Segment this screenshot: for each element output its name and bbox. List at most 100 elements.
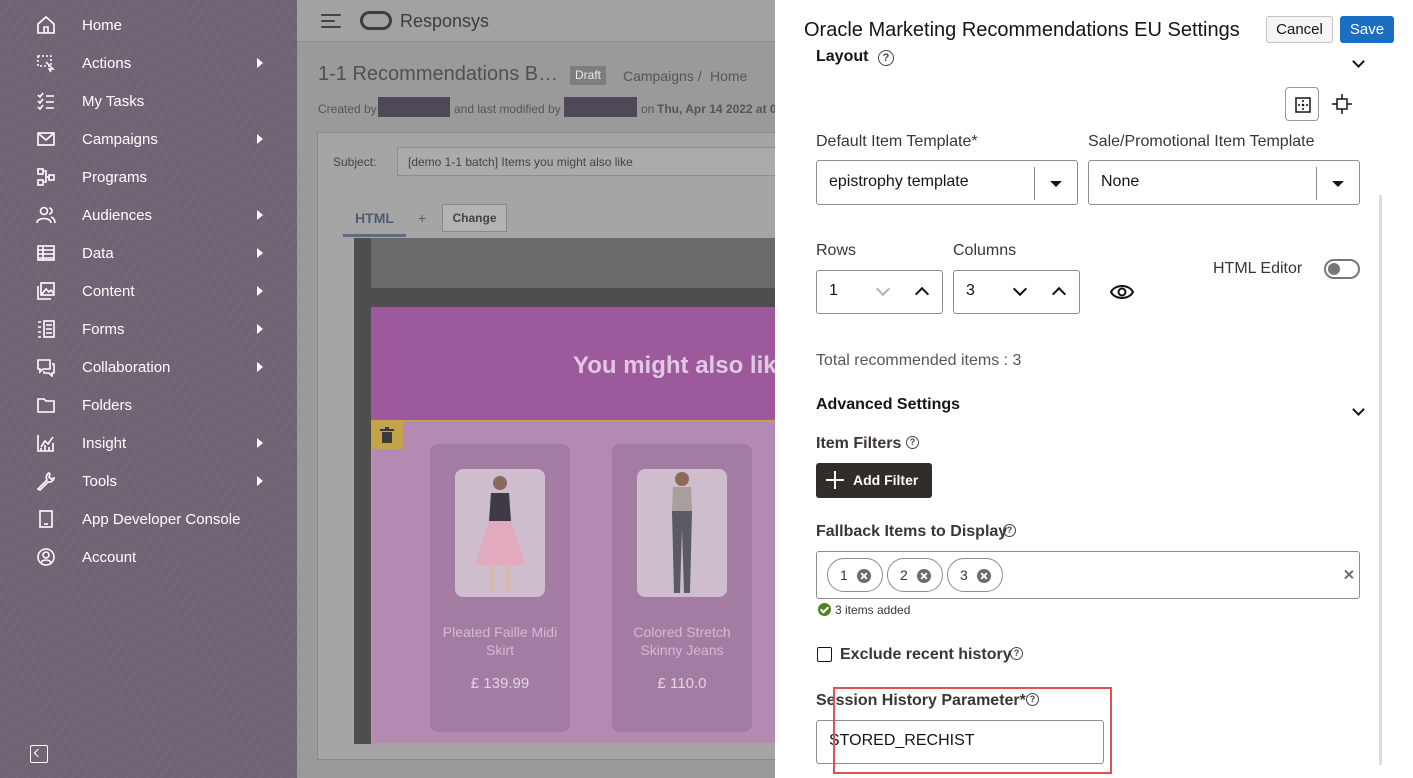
people-icon	[36, 205, 56, 225]
chevron-down-icon[interactable]	[1009, 281, 1031, 303]
product-price: £ 139.99	[470, 675, 530, 692]
select-value: None	[1101, 173, 1140, 190]
sidebar-item-label: My Tasks	[82, 93, 145, 110]
check-circle-icon	[818, 603, 831, 616]
collapse-sidebar-icon[interactable]	[30, 745, 48, 763]
fallback-chip[interactable]: 2	[887, 558, 943, 592]
add-filter-button[interactable]: Add Filter	[816, 463, 932, 498]
sidebar-item-home[interactable]: Home	[0, 6, 297, 44]
advanced-settings-title: Advanced Settings	[816, 396, 961, 413]
sidebar-item-data[interactable]: Data	[0, 234, 297, 272]
sidebar-item-my-tasks[interactable]: My Tasks	[0, 82, 297, 120]
caret-right-icon	[257, 324, 263, 334]
default-template-select[interactable]: epistrophy template	[816, 160, 1078, 205]
padding-layout-icon[interactable]	[1325, 87, 1359, 121]
scrollbar[interactable]	[1379, 195, 1382, 765]
sidebar-item-account[interactable]: Account	[0, 538, 297, 576]
save-button[interactable]: Save	[1340, 16, 1394, 43]
sidebar-item-app-developer-console[interactable]: App Developer Console	[0, 500, 297, 538]
chip-label: 1	[840, 567, 848, 583]
caret-right-icon	[257, 362, 263, 372]
chevron-down-icon[interactable]	[1352, 55, 1365, 68]
sidebar-item-folders[interactable]: Folders	[0, 386, 297, 424]
columns-label: Columns	[953, 242, 1017, 259]
sidebar-item-tools[interactable]: Tools	[0, 462, 297, 500]
clear-all-icon[interactable]	[1341, 567, 1357, 583]
sale-template-label: Sale/Promotional Item Template	[1088, 133, 1315, 150]
divider	[1316, 167, 1317, 200]
plus-icon	[826, 471, 844, 489]
cancel-button[interactable]: Cancel	[1266, 16, 1333, 43]
fallback-chip[interactable]: 3	[947, 558, 1003, 592]
sidebar-item-label: Programs	[82, 169, 148, 186]
remove-chip-icon[interactable]	[917, 569, 931, 583]
caret-right-icon	[257, 476, 263, 486]
tab-html[interactable]: HTML	[343, 203, 406, 237]
breadcrumb-home[interactable]: Home	[710, 68, 747, 84]
breadcrumb-campaigns[interactable]: Campaigns /	[623, 68, 702, 84]
grid-layout-icon[interactable]	[1285, 87, 1319, 121]
help-icon[interactable]: ?	[906, 436, 919, 449]
email-canvas-top	[371, 238, 775, 288]
html-editor-toggle[interactable]	[1324, 259, 1360, 279]
sale-template-select[interactable]: None	[1088, 160, 1360, 205]
sidebar-item-programs[interactable]: Programs	[0, 158, 297, 196]
help-icon[interactable]: ?	[1003, 524, 1016, 537]
fallback-items-input[interactable]: 1 2 3	[816, 551, 1360, 599]
redacted-name	[564, 97, 637, 117]
remove-chip-icon[interactable]	[977, 569, 991, 583]
sidebar-item-label: Campaigns	[82, 131, 158, 148]
trash-icon[interactable]	[372, 421, 403, 449]
product-card[interactable]: Pleated Faille Midi Skirt £ 139.99	[430, 444, 570, 732]
help-icon[interactable]: ?	[1010, 647, 1023, 660]
chevron-up-icon[interactable]	[1048, 281, 1070, 303]
sidebar-item-label: Folders	[82, 397, 133, 414]
wrench-icon	[36, 471, 56, 491]
caret-right-icon	[257, 438, 263, 448]
change-button[interactable]: Change	[442, 204, 507, 232]
task-list-icon	[36, 91, 56, 111]
caret-right-icon	[257, 286, 263, 296]
sidebar-item-label: Insight	[82, 435, 127, 452]
preview-eye-icon[interactable]	[1105, 275, 1139, 309]
sidebar-item-campaigns[interactable]: Campaigns	[0, 120, 297, 158]
sidebar-item-insight[interactable]: Insight	[0, 424, 297, 462]
form-icon	[36, 319, 56, 339]
subject-input[interactable]: [demo 1-1 batch] Items you might also li…	[397, 147, 775, 176]
main-content: Responsys 1-1 Recommendations B… Draft C…	[297, 0, 775, 778]
sidebar-item-actions[interactable]: Actions	[0, 44, 297, 82]
chevron-down-icon[interactable]	[1352, 403, 1365, 416]
product-name: Pleated Faille Midi Skirt	[442, 624, 558, 658]
item-filters-label: Item Filters	[816, 435, 902, 452]
chat-icon	[36, 357, 56, 377]
email-heading: You might also lik	[573, 352, 775, 379]
toggle-knob	[1328, 263, 1340, 275]
product-card[interactable]: Colored Stretch Skinny Jeans £ 110.0	[612, 444, 752, 732]
sidebar-item-collaboration[interactable]: Collaboration	[0, 348, 297, 386]
add-filter-label: Add Filter	[853, 472, 919, 488]
chevron-up-icon[interactable]	[911, 281, 933, 303]
fallback-chip[interactable]: 1	[827, 558, 883, 592]
sidebar: Home Actions My Tasks Campaigns Programs…	[0, 0, 297, 778]
sidebar-item-audiences[interactable]: Audiences	[0, 196, 297, 234]
settings-drawer: Oracle Marketing Recommendations EU Sett…	[775, 0, 1413, 778]
sidebar-item-content[interactable]: Content	[0, 272, 297, 310]
add-tab-button[interactable]: +	[418, 210, 426, 226]
exclude-history-checkbox[interactable]	[817, 647, 832, 662]
rows-stepper[interactable]: 1	[816, 270, 943, 314]
sidebar-item-forms[interactable]: Forms	[0, 310, 297, 348]
rows-label: Rows	[816, 242, 857, 259]
total-recommended-items: Total recommended items : 3	[816, 352, 1022, 369]
product-name: Colored Stretch Skinny Jeans	[633, 624, 731, 658]
page-title: 1-1 Recommendations B…	[318, 63, 559, 85]
sidebar-item-label: Tools	[82, 473, 118, 490]
oracle-logo-icon	[360, 11, 392, 30]
chevron-down-icon[interactable]	[872, 281, 894, 303]
stepper-value: 1	[829, 282, 838, 299]
columns-stepper[interactable]: 3	[953, 270, 1080, 314]
caret-down-icon	[1050, 181, 1062, 187]
help-icon[interactable]: ?	[878, 50, 894, 66]
hamburger-menu-icon[interactable]	[321, 13, 341, 29]
remove-chip-icon[interactable]	[857, 569, 871, 583]
chart-icon	[36, 433, 56, 453]
